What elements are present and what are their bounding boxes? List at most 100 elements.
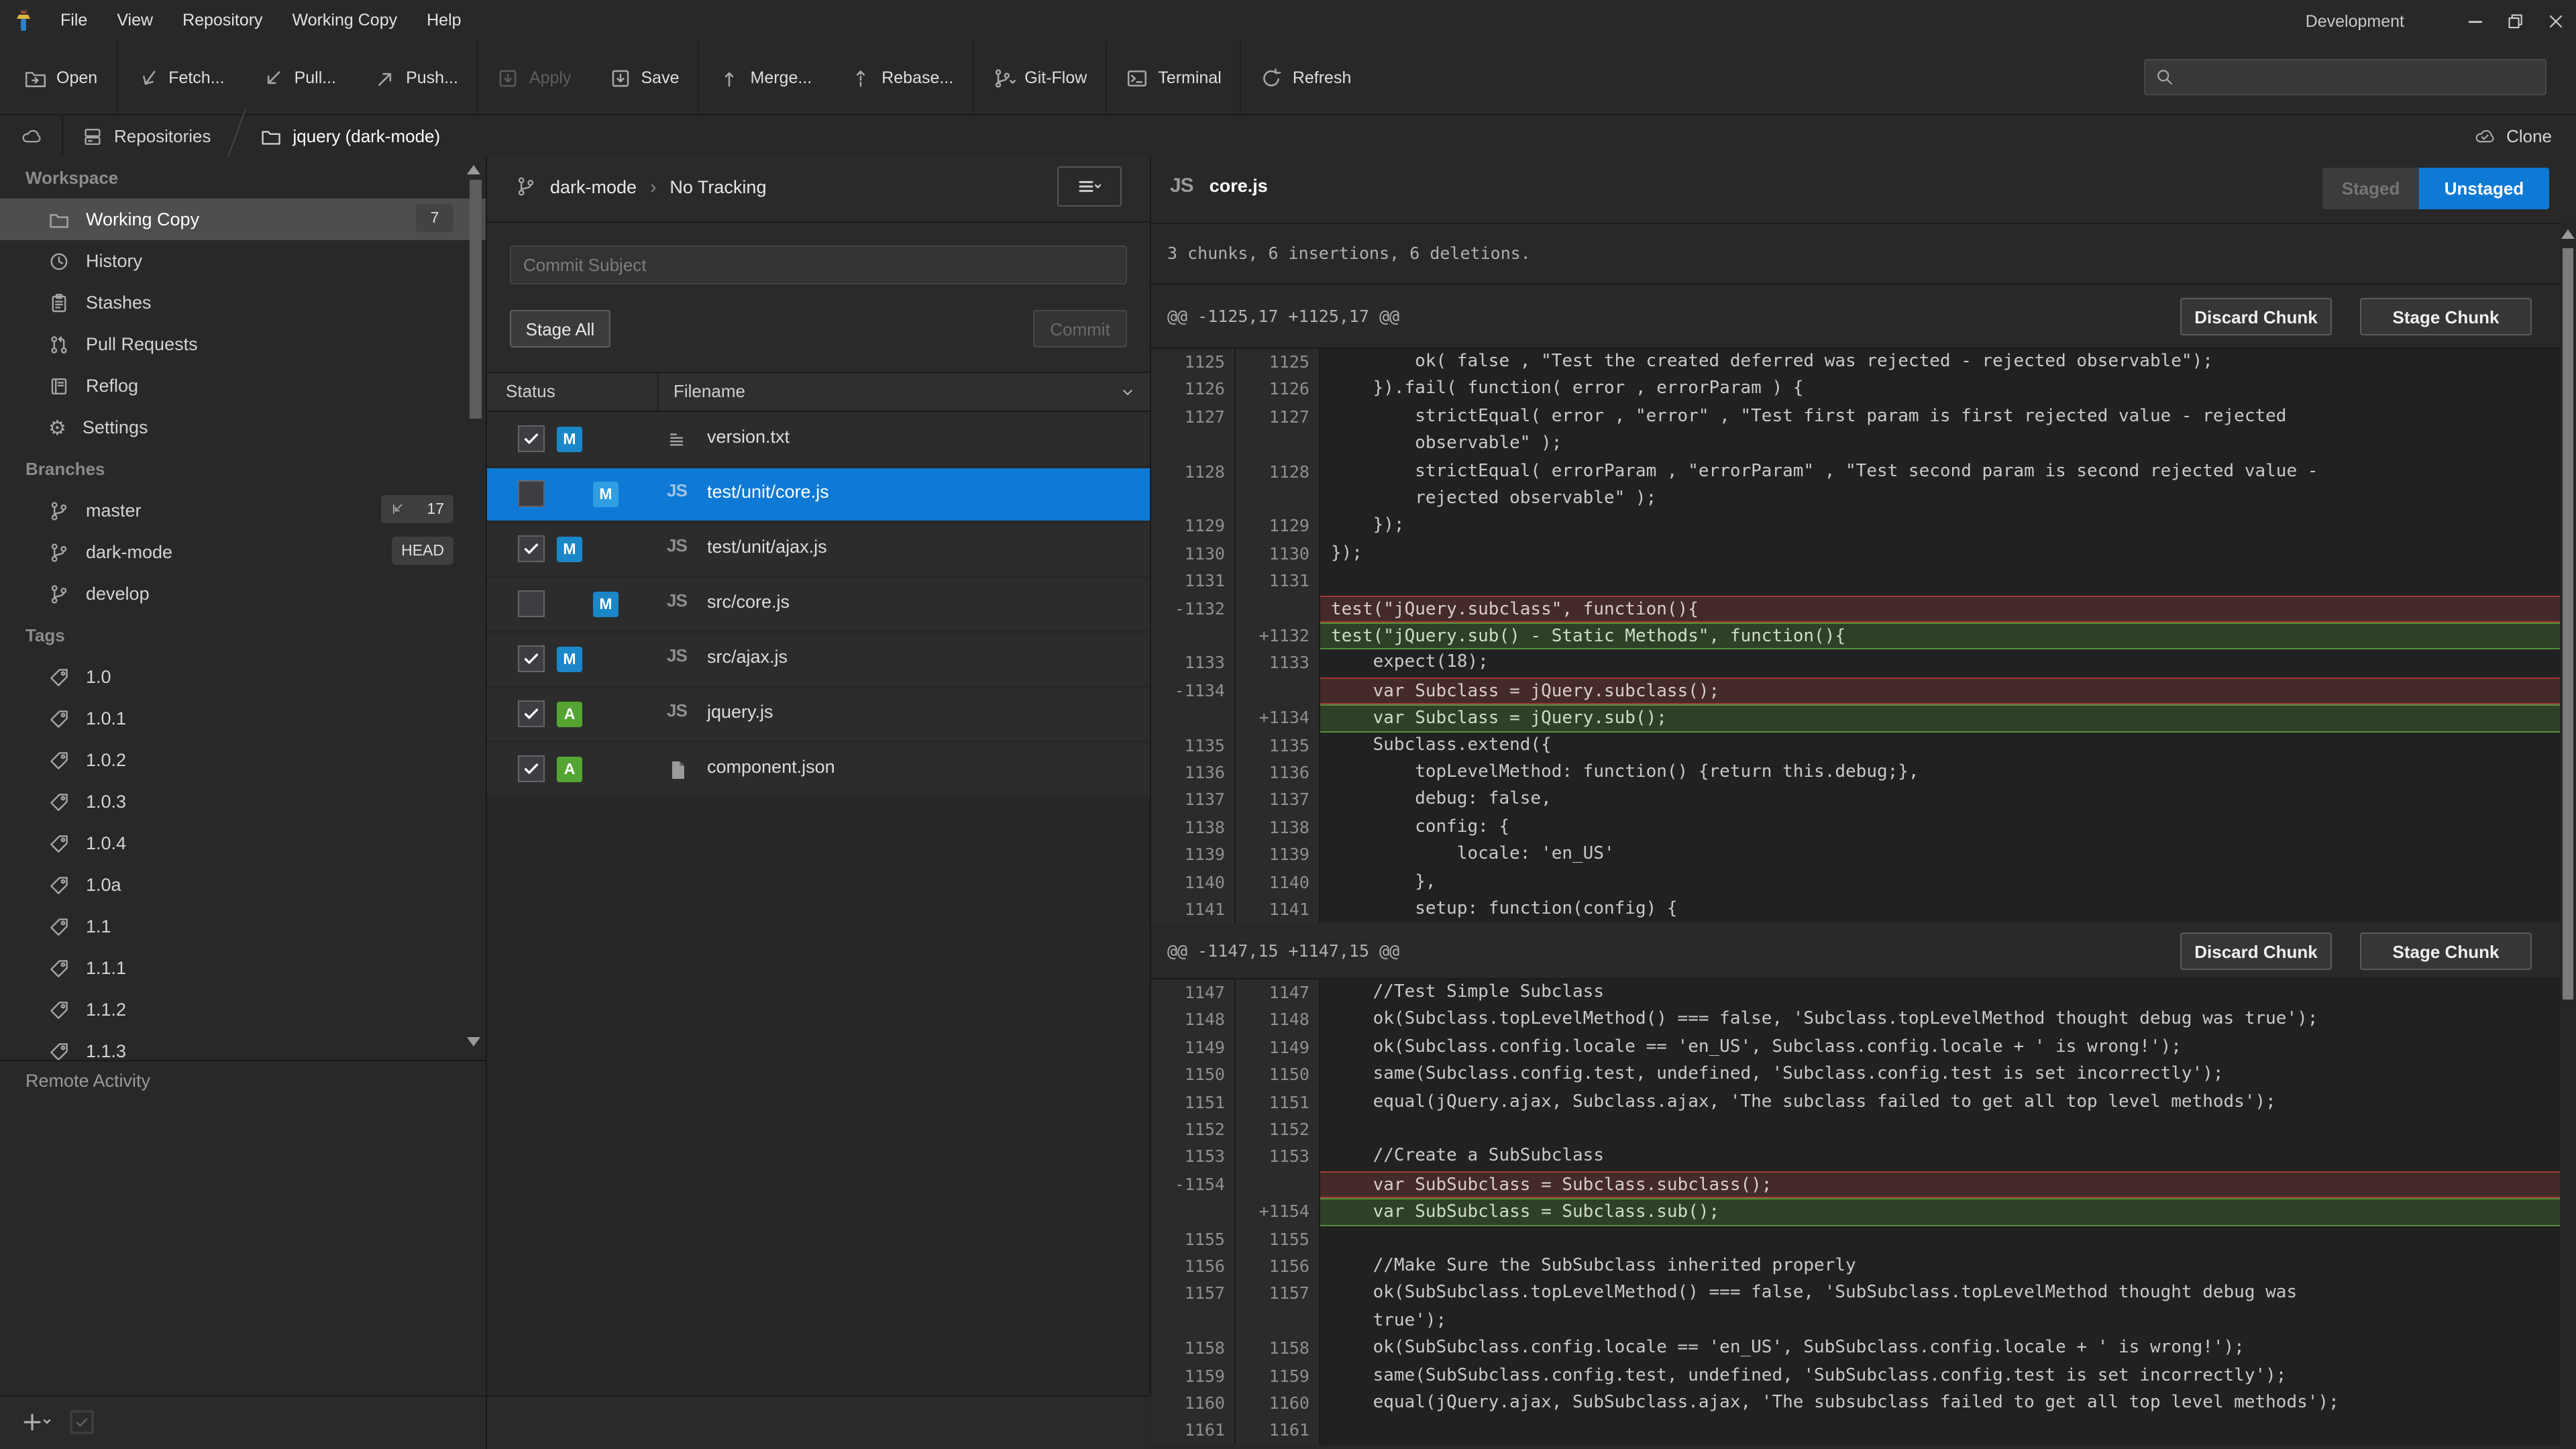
file-checkbox[interactable] xyxy=(518,645,545,672)
diff-line: 11471147 //Test Simple Subclass xyxy=(1151,979,2576,1007)
sidebar-item-master[interactable]: master17 xyxy=(0,490,486,531)
sidebar-item-pull-requests[interactable]: Pull Requests xyxy=(0,323,486,365)
file-checkbox[interactable] xyxy=(518,425,545,452)
clone-button[interactable]: Clone xyxy=(2473,126,2576,146)
add-repository-button[interactable] xyxy=(21,1411,54,1434)
file-row-test-unit-ajax-js[interactable]: MJStest/unit/ajax.js xyxy=(487,523,1150,576)
stage-all-button[interactable]: Stage All xyxy=(510,310,610,347)
sidebar-item-1.0[interactable]: 1.0 xyxy=(0,656,486,698)
diff-line: 11301130}); xyxy=(1151,541,2576,568)
sidebar-scroll-down[interactable] xyxy=(467,1037,480,1046)
diff-scrollbar-thumb[interactable] xyxy=(2563,248,2573,1000)
file-row-src-core-js[interactable]: MJSsrc/core.js xyxy=(487,578,1150,631)
file-row-jquery-js[interactable]: AJSjquery.js xyxy=(487,688,1150,741)
search-input[interactable] xyxy=(2183,66,2537,88)
clone-cloud-icon xyxy=(2473,126,2497,146)
clock-icon xyxy=(48,250,70,272)
unstaged-tab[interactable]: Unstaged xyxy=(2419,168,2549,209)
commit-options-button[interactable] xyxy=(1057,166,1122,207)
file-row-src-ajax-js[interactable]: MJSsrc/ajax.js xyxy=(487,633,1150,686)
file-row-version-txt[interactable]: Mversion.txt xyxy=(487,413,1150,466)
commit-subject-input[interactable] xyxy=(510,246,1127,284)
close-button[interactable] xyxy=(2536,0,2576,42)
file-checkbox[interactable] xyxy=(518,535,545,562)
sidebar-scrollbar[interactable] xyxy=(470,180,482,419)
sidebar-item-settings[interactable]: ⚙Settings xyxy=(0,407,486,448)
file-checkbox[interactable] xyxy=(518,480,545,507)
column-status[interactable]: Status xyxy=(506,381,555,401)
column-filename[interactable]: Filename xyxy=(674,381,745,401)
toolbar-refresh-button[interactable]: Refresh xyxy=(1242,42,1371,114)
diff-line: 11251125 ok( false , "Test the created d… xyxy=(1151,349,2576,376)
sidebar-item-1.0.4[interactable]: 1.0.4 xyxy=(0,822,486,864)
sidebar-item-1.0a[interactable]: 1.0a xyxy=(0,864,486,906)
discard-chunk-button[interactable]: Discard Chunk xyxy=(2180,298,2332,335)
sort-chevron-icon[interactable] xyxy=(1119,384,1136,401)
toolbar-pull-button[interactable]: Pull... xyxy=(244,42,356,114)
sidebar-item-dark-mode[interactable]: dark-modeHEAD xyxy=(0,531,486,573)
staged-tab[interactable]: Staged xyxy=(2322,168,2419,209)
tab-current-repo[interactable]: jquery (dark-mode) xyxy=(242,115,460,157)
search-icon xyxy=(2155,67,2175,87)
menu-file[interactable]: File xyxy=(46,0,102,42)
diff-line: 11591159 same(SubSubclass.config.test, u… xyxy=(1151,1362,2576,1390)
toolbar-save-button[interactable]: Save xyxy=(590,42,698,114)
app-logo-icon xyxy=(13,9,34,32)
tab-current-repo-label: jquery (dark-mode) xyxy=(293,126,441,146)
validate-icon[interactable] xyxy=(70,1410,94,1434)
menu-help[interactable]: Help xyxy=(412,0,476,42)
toolbar-push-button[interactable]: Push... xyxy=(355,42,477,114)
file-row-component-json[interactable]: Acomponent.json xyxy=(487,743,1150,796)
stage-chunk-button[interactable]: Stage Chunk xyxy=(2360,298,2532,335)
sidebar-item-stashes[interactable]: Stashes xyxy=(0,282,486,323)
sidebar-item-history[interactable]: History xyxy=(0,240,486,282)
stage-chunk-button[interactable]: Stage Chunk xyxy=(2360,932,2532,970)
toolbar-fetch-button[interactable]: Fetch... xyxy=(117,42,243,114)
toolbar-terminal-button[interactable]: Terminal xyxy=(1107,42,1240,114)
menu-working-copy[interactable]: Working Copy xyxy=(278,0,413,42)
tab-repositories[interactable]: Repositories xyxy=(63,115,230,157)
toolbar-git-flow-button[interactable]: Git-Flow xyxy=(973,42,1106,114)
toolbar-open-button[interactable]: Open xyxy=(5,42,116,114)
remote-accounts-button[interactable] xyxy=(0,115,63,157)
sidebar-item-1.0.1[interactable]: 1.0.1 xyxy=(0,698,486,739)
sidebar-item-1.1.1[interactable]: 1.1.1 xyxy=(0,947,486,989)
toolbar-apply-button: Apply xyxy=(478,42,590,114)
save-icon xyxy=(609,66,632,89)
file-checkbox[interactable] xyxy=(518,700,545,727)
toolbar-search[interactable] xyxy=(2144,59,2546,95)
sidebar-item-1.1[interactable]: 1.1 xyxy=(0,906,486,947)
txt-icon xyxy=(667,429,688,451)
head-badge: HEAD xyxy=(392,537,453,565)
file-row-test-unit-core-js[interactable]: MJStest/unit/core.js xyxy=(487,468,1150,521)
diff-line-added: +1154 var SubSubclass = Subclass.sub(); xyxy=(1151,1198,2576,1226)
sidebar-scroll-up[interactable] xyxy=(467,165,480,174)
sidebar-item-1.1.3[interactable]: 1.1.3 xyxy=(0,1030,486,1072)
diff-summary: 3 chunks, 6 insertions, 6 deletions. xyxy=(1167,243,1531,263)
file-checkbox[interactable] xyxy=(518,590,545,617)
count-badge: 7 xyxy=(416,204,453,232)
sidebar-item-1.0.2[interactable]: 1.0.2 xyxy=(0,739,486,781)
sidebar-item-reflog[interactable]: Reflog xyxy=(0,365,486,407)
sidebar-item-1.1.2[interactable]: 1.1.2 xyxy=(0,989,486,1030)
refresh-icon xyxy=(1260,66,1283,89)
minimize-button[interactable] xyxy=(2455,0,2496,42)
sidebar-item-develop[interactable]: develop xyxy=(0,573,486,614)
sidebar-item-working-copy[interactable]: Working Copy7 xyxy=(0,199,486,240)
file-checkbox[interactable] xyxy=(518,755,545,782)
diff-line: true'); xyxy=(1151,1308,2576,1336)
gear-icon: ⚙ xyxy=(48,415,66,439)
menu-view[interactable]: View xyxy=(102,0,168,42)
diff-code-chunk: 11471147 //Test Simple Subclass11481148 … xyxy=(1151,979,2576,1445)
toolbar-rebase-button[interactable]: Rebase... xyxy=(830,42,972,114)
sidebar-item-1.0.3[interactable]: 1.0.3 xyxy=(0,781,486,822)
diff-scroll-up[interactable] xyxy=(2561,229,2575,239)
discard-chunk-button[interactable]: Discard Chunk xyxy=(2180,932,2332,970)
diff-scrollbar-track[interactable] xyxy=(2560,223,2576,1449)
js-file-icon: JS xyxy=(667,590,687,610)
restore-button[interactable] xyxy=(2496,0,2536,42)
diff-line: 11331133 expect(18); xyxy=(1151,650,2576,678)
column-divider[interactable] xyxy=(657,373,659,411)
menu-repository[interactable]: Repository xyxy=(168,0,278,42)
toolbar-merge-button[interactable]: Merge... xyxy=(700,42,831,114)
